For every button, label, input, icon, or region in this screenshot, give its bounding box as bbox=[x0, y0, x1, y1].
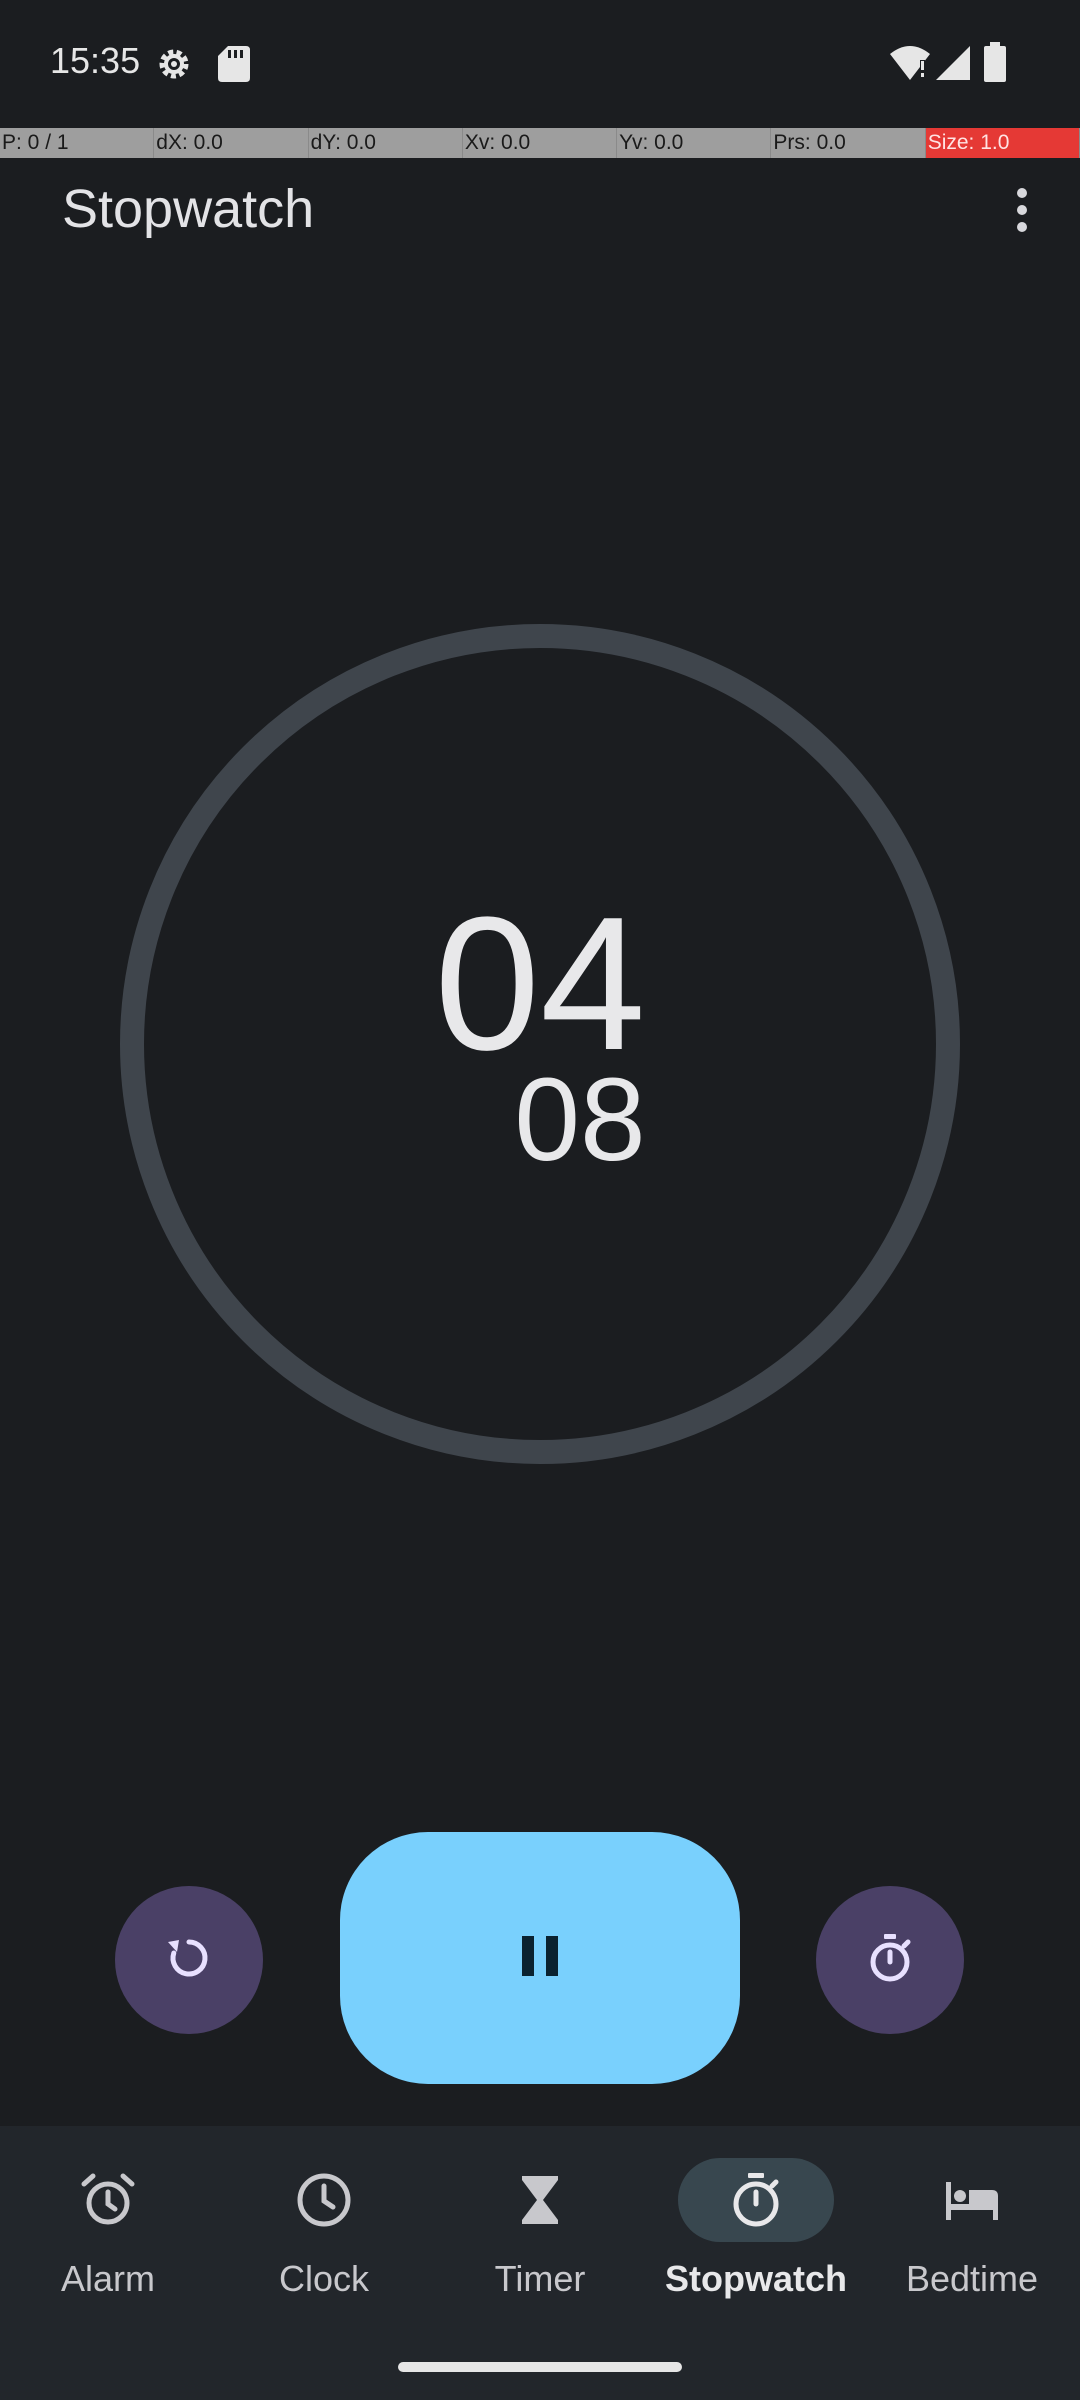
nav-item-timer[interactable]: Timer bbox=[432, 2126, 648, 2400]
nav-label-bedtime: Bedtime bbox=[905, 2258, 1039, 2299]
nav-label-clock: Clock bbox=[278, 2258, 370, 2299]
pointer-pressure: Prs: 0.0 bbox=[771, 128, 926, 158]
pointer-size: Size: 1.0 bbox=[925, 128, 1080, 158]
home-gesture-bar[interactable] bbox=[398, 2362, 682, 2372]
reset-button[interactable] bbox=[115, 1886, 263, 2034]
nav-item-stopwatch[interactable]: Stopwatch bbox=[648, 2126, 864, 2400]
status-bar: 15:35 bbox=[0, 0, 1080, 128]
stopwatch-icon bbox=[733, 2173, 779, 2227]
nav-label-stopwatch: Stopwatch bbox=[664, 2258, 847, 2299]
elapsed-hundredths: 08 bbox=[514, 1054, 646, 1186]
nav-item-alarm[interactable]: Alarm bbox=[0, 2126, 216, 2400]
clock-icon bbox=[297, 2173, 351, 2227]
lap-timer-icon bbox=[862, 1930, 918, 1991]
status-time: 15:35 bbox=[50, 40, 141, 81]
settings-gear-icon bbox=[154, 44, 194, 89]
pointer-yv: Yv: 0.0 bbox=[617, 128, 772, 158]
more-options-button[interactable] bbox=[990, 180, 1054, 244]
nav-item-clock[interactable]: Clock bbox=[216, 2126, 432, 2400]
cell-signal-icon bbox=[936, 46, 970, 85]
pointer-count: P: 0 / 1 bbox=[0, 128, 155, 158]
lap-button[interactable] bbox=[816, 1886, 964, 2034]
bottom-navigation: Alarm Clock Timer Stopwatch Bedtime bbox=[0, 2126, 1080, 2400]
pointer-xv: Xv: 0.0 bbox=[463, 128, 618, 158]
battery-icon bbox=[984, 42, 1006, 87]
pointer-dx: dX: 0.0 bbox=[154, 128, 309, 158]
nav-label-alarm: Alarm bbox=[60, 2258, 155, 2299]
nav-item-bedtime[interactable]: Bedtime bbox=[864, 2126, 1080, 2400]
more-vert-icon bbox=[1014, 187, 1030, 238]
bed-icon bbox=[946, 2182, 998, 2220]
pointer-location-bar: P: 0 / 1 dX: 0.0 dY: 0.0 Xv: 0.0 Yv: 0.0… bbox=[0, 128, 1080, 158]
sd-card-icon bbox=[218, 46, 250, 87]
alarm-icon bbox=[81, 2173, 135, 2225]
pointer-dy: dY: 0.0 bbox=[309, 128, 463, 158]
pause-icon bbox=[520, 1934, 560, 1983]
pause-button[interactable] bbox=[340, 1832, 740, 2084]
page-title: Stopwatch bbox=[62, 179, 315, 239]
nav-label-timer: Timer bbox=[494, 2258, 586, 2299]
reset-icon bbox=[161, 1930, 217, 1991]
hourglass-icon bbox=[522, 2176, 558, 2224]
wifi-alert-icon bbox=[890, 46, 930, 85]
